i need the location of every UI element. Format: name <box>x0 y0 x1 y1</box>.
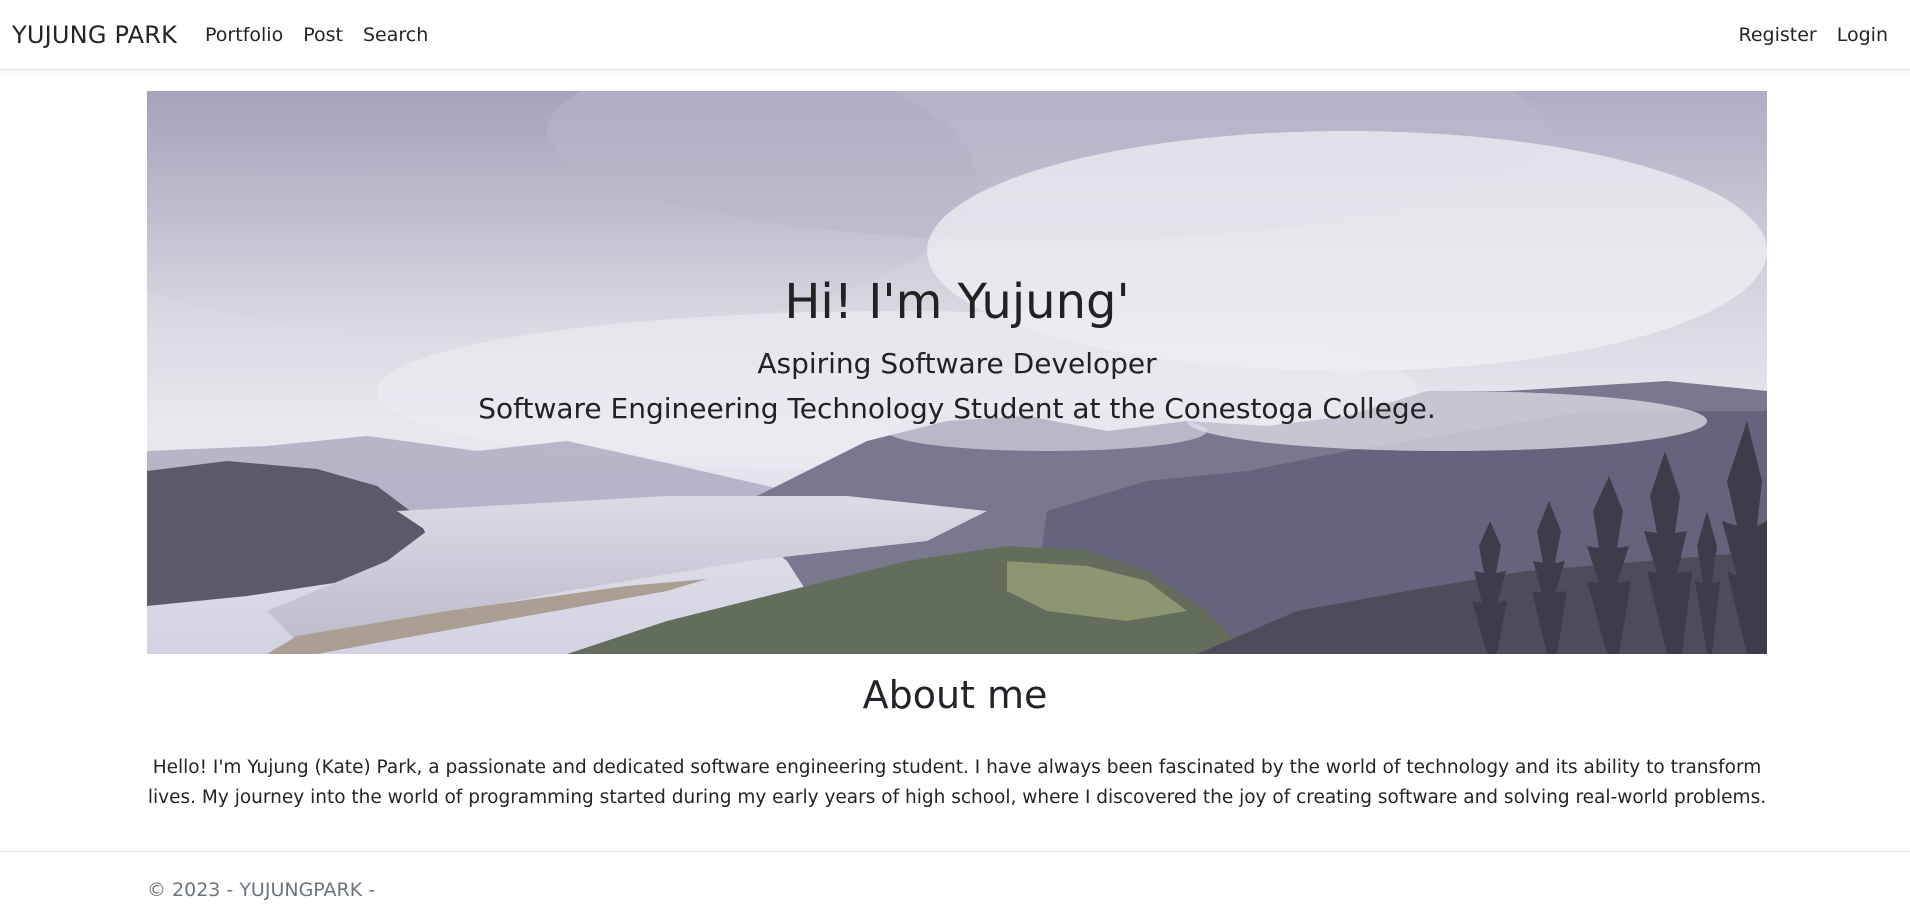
about-body: Hello! I'm Yujung (Kate) Park, a passion… <box>147 757 1767 808</box>
nav-link-post[interactable]: Post <box>293 16 353 54</box>
about-heading: About me <box>862 673 1048 717</box>
brand-link[interactable]: YUJUNG PARK <box>12 21 177 49</box>
footer-copyright: © 2023 - YUJUNGPARK - <box>147 879 376 901</box>
nav-link-register[interactable]: Register <box>1729 16 1827 54</box>
nav-link-login[interactable]: Login <box>1827 16 1898 54</box>
hero-title: Hi! I'm Yujung' <box>784 274 1130 330</box>
nav-link-portfolio[interactable]: Portfolio <box>195 16 293 54</box>
navbar: YUJUNG PARK Portfolio Post Search Regist… <box>0 0 1910 70</box>
nav-left: Portfolio Post Search <box>195 16 438 54</box>
hero-subtitle-role: Aspiring Software Developer <box>757 347 1157 380</box>
footer: © 2023 - YUJUNGPARK - <box>0 851 1910 907</box>
hero-text-block: Hi! I'm Yujung' Aspiring Software Develo… <box>147 91 1767 654</box>
hero-subtitle-school: Software Engineering Technology Student … <box>478 392 1436 425</box>
hero-banner: Hi! I'm Yujung' Aspiring Software Develo… <box>147 91 1767 654</box>
nav-right: Register Login <box>1729 16 1899 54</box>
nav-link-search[interactable]: Search <box>353 16 438 54</box>
